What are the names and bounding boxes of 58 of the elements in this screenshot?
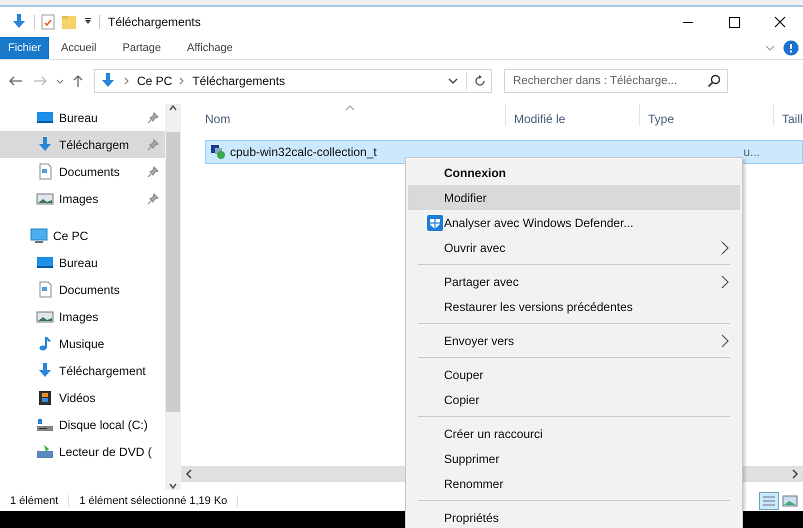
column-header[interactable]: Taill (773, 104, 803, 126)
sidebar-item[interactable]: Disque local (C:) (0, 411, 165, 438)
film-icon (36, 388, 54, 406)
scroll-left-icon[interactable] (185, 469, 193, 479)
menu-item[interactable]: Créer un raccourci (408, 421, 740, 446)
scroll-down-icon[interactable] (168, 482, 178, 490)
sidebar-item[interactable]: Vidéos (0, 384, 165, 411)
search-icon[interactable] (707, 74, 721, 88)
sidebar-item[interactable]: Téléchargement (0, 357, 165, 384)
download-arrow-icon (36, 362, 54, 380)
file-name: cpub-win32calc-collection_t (230, 145, 377, 159)
sidebar-item[interactable]: Images (0, 185, 165, 212)
sidebar-item[interactable]: Bureau (0, 104, 165, 131)
menu-item[interactable]: Renommer (408, 471, 740, 496)
refresh-icon[interactable] (473, 74, 487, 88)
ribbon-tab[interactable]: Fichier (0, 37, 50, 59)
sidebar-item[interactable]: Documents (0, 158, 165, 185)
sidebar-item[interactable]: Images (0, 303, 165, 330)
ribbon-tab[interactable]: Affichage (175, 37, 247, 59)
selection-info: 1 élément sélectionné 1,19 Ko (69, 495, 238, 507)
breadcrumb[interactable]: Téléchargements (192, 74, 286, 88)
column-header[interactable]: Nom (205, 112, 230, 126)
sidebar-item[interactable]: Lecteur de DVD ( (0, 438, 165, 465)
sidebar-scrollbar[interactable] (165, 104, 181, 490)
search-field[interactable]: Rechercher dans : Télécharge... (504, 69, 728, 93)
scroll-up-icon[interactable] (168, 104, 178, 112)
shortcut-file-icon (210, 144, 226, 160)
menu-item[interactable]: Modifier (408, 185, 740, 210)
breadcrumb[interactable]: Ce PC (137, 74, 172, 88)
menu-item[interactable]: Analyser avec Windows Defender... (408, 210, 740, 235)
sidebar-item[interactable]: Ce PC (0, 222, 165, 249)
menu-item[interactable]: Partager avec (408, 269, 740, 294)
menu-item[interactable]: Envoyer vers (408, 328, 740, 353)
address-bar[interactable]: Ce PC Téléchargements (94, 69, 492, 93)
computer-icon (30, 226, 48, 244)
menu-item[interactable]: Restaurer les versions précédentes (408, 294, 740, 319)
file-type: u... (743, 145, 761, 159)
scroll-right-icon[interactable] (791, 469, 799, 479)
download-arrow-icon (36, 136, 54, 154)
sidebar-item[interactable]: Téléchargem (0, 131, 165, 158)
window-title: Téléchargements (108, 15, 201, 29)
ribbon-tab[interactable]: Partage (110, 37, 176, 59)
sort-caret-icon (345, 104, 355, 112)
menu-item[interactable]: Couper (408, 362, 740, 387)
menu-item[interactable]: Supprimer (408, 446, 740, 471)
properties-icon[interactable] (41, 14, 55, 30)
menu-item[interactable]: Propriétés (408, 505, 740, 528)
item-count: 1 élément (0, 495, 70, 507)
menu-item[interactable]: Copier (408, 387, 740, 412)
dvd-drive-icon (36, 442, 54, 460)
sidebar-item[interactable]: Documents (0, 276, 165, 303)
menu-item[interactable]: Ouvrir avec (408, 235, 740, 260)
details-view-icon[interactable] (759, 492, 779, 510)
ribbon-tab[interactable]: Accueil (49, 37, 110, 59)
sidebar-item[interactable]: Musique (0, 330, 165, 357)
sidebar-item[interactable]: Bureau (0, 249, 165, 276)
column-header[interactable]: Type (639, 104, 674, 126)
column-header[interactable]: Modifié le (505, 104, 566, 126)
